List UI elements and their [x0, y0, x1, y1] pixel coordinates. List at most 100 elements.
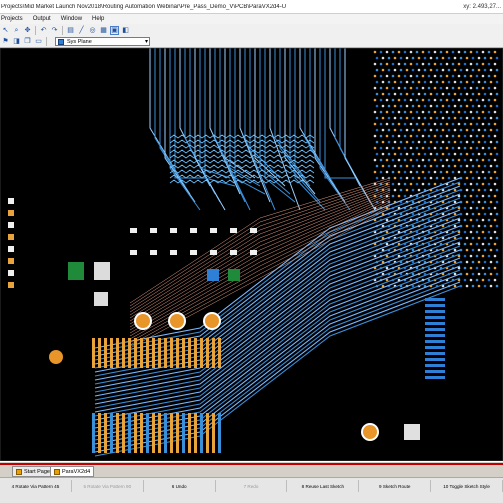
bga-pad [487, 74, 491, 78]
bga-pad [381, 164, 385, 168]
tab-paravx2d4[interactable]: ParaVX2d4 [50, 466, 95, 477]
zoom-icon[interactable]: ⌕ [12, 26, 21, 35]
bga-pad [457, 110, 461, 114]
fkey-toggle-sketch-style[interactable]: 10 Toggle Sketch Style [431, 480, 503, 492]
mounting-hole [136, 314, 150, 328]
menu-help[interactable]: Help [87, 16, 109, 22]
bga-pad [379, 122, 383, 126]
bga-pad [483, 68, 487, 72]
fkey-rotate-via-45[interactable]: 4 Rotate Via Pattern 45 [0, 480, 72, 492]
connector-pin [182, 413, 185, 453]
grid-icon[interactable]: ▦ [99, 26, 108, 35]
bga-pad [481, 182, 485, 186]
bga-pad [481, 278, 485, 282]
menu-output[interactable]: Output [28, 16, 56, 22]
passive-component [130, 228, 137, 233]
bga-pad [465, 284, 469, 288]
tab-label: Start Page [24, 468, 50, 475]
bga-pad [387, 164, 391, 168]
layer-icon[interactable]: ▤ [66, 26, 75, 35]
bga-pad [483, 224, 487, 228]
bga-pad [489, 80, 493, 84]
bga-pad [465, 56, 469, 60]
bga-pad [415, 98, 419, 102]
route-icon[interactable]: ╱ [77, 26, 86, 35]
fkey-sketch-route[interactable]: 9 Sketch Route [359, 480, 432, 492]
select-icon[interactable]: ↖ [1, 26, 10, 35]
layer-select[interactable]: Sys Plane ▾ [55, 37, 150, 46]
bga-pad [397, 170, 401, 174]
bga-pad [495, 128, 499, 132]
bga-pad [427, 98, 431, 102]
toolbar-separator [46, 37, 47, 46]
highlight-icon[interactable]: ▣ [110, 26, 119, 35]
bga-pad [451, 62, 455, 66]
bga-pad [423, 104, 427, 108]
bga-pad [405, 152, 409, 156]
smd-pad [425, 352, 445, 355]
bga-pad [393, 176, 397, 180]
bga-pad [427, 146, 431, 150]
bga-pad [415, 170, 419, 174]
bga-pad [469, 182, 473, 186]
bga-pad [373, 98, 377, 102]
bga-pad [439, 158, 443, 162]
menu-window[interactable]: Window [56, 16, 87, 22]
bga-pad [465, 236, 469, 240]
bga-pad [469, 254, 473, 258]
fkey-undo[interactable]: 6 Undo [144, 480, 216, 492]
bga-pad [463, 98, 467, 102]
bga-pad [487, 110, 491, 114]
bga-pad [469, 98, 473, 102]
fkey-rotate-via-90[interactable]: 5 Rotate Via Pattern 90 [72, 480, 144, 492]
bga-pad [375, 68, 379, 72]
pcb-canvas[interactable] [0, 48, 503, 461]
bga-pad [477, 200, 481, 204]
bga-pad [405, 104, 409, 108]
fkey-reuse-last-sketch[interactable]: 8 Reuse Last Sketch [287, 480, 360, 492]
serpentine-trace [169, 144, 315, 149]
bga-pad [387, 68, 391, 72]
via-icon[interactable]: ◎ [88, 26, 97, 35]
connector-pin [110, 413, 113, 453]
display-icon[interactable]: ◧ [121, 26, 130, 35]
bga-pad [483, 272, 487, 276]
redo-icon[interactable]: ↷ [50, 26, 59, 35]
board-icon[interactable]: ▭ [34, 37, 43, 46]
serpentine-trace [169, 154, 315, 159]
bga-pad [403, 110, 407, 114]
bga-pad [421, 122, 425, 126]
bga-pad [453, 68, 457, 72]
view-icon[interactable]: ◨ [12, 37, 21, 46]
bga-pad [417, 188, 421, 192]
connector-pin [218, 413, 221, 453]
undo-icon[interactable]: ↶ [39, 26, 48, 35]
bga-pad [457, 134, 461, 138]
bga-pad [387, 56, 391, 60]
bga-pad [447, 164, 451, 168]
bga-pad [457, 50, 461, 54]
bga-pad [445, 50, 449, 54]
bga-pad [411, 236, 415, 240]
bga-pad [459, 260, 463, 264]
bga-pad [463, 74, 467, 78]
menu-projects[interactable]: Projects [0, 16, 28, 22]
bga-pad [487, 134, 491, 138]
fkey-redo[interactable]: 7 Redo [216, 480, 288, 492]
bga-pad [411, 200, 415, 204]
bga-pad [397, 86, 401, 90]
bga-pad [405, 92, 409, 96]
bga-pad [441, 176, 445, 180]
bga-pad [453, 284, 457, 288]
connector-pin [116, 413, 119, 453]
copy-icon[interactable]: ❐ [23, 37, 32, 46]
flag-icon[interactable]: ⚑ [1, 37, 10, 46]
bga-pad [465, 212, 469, 216]
tab-start-page[interactable]: Start Page [12, 466, 54, 477]
smd-pad [425, 358, 445, 361]
pan-icon[interactable]: ✥ [23, 26, 32, 35]
bga-pad [411, 224, 415, 228]
bga-pad [493, 194, 497, 198]
pcb-layout[interactable] [0, 48, 503, 461]
bga-pad [477, 140, 481, 144]
